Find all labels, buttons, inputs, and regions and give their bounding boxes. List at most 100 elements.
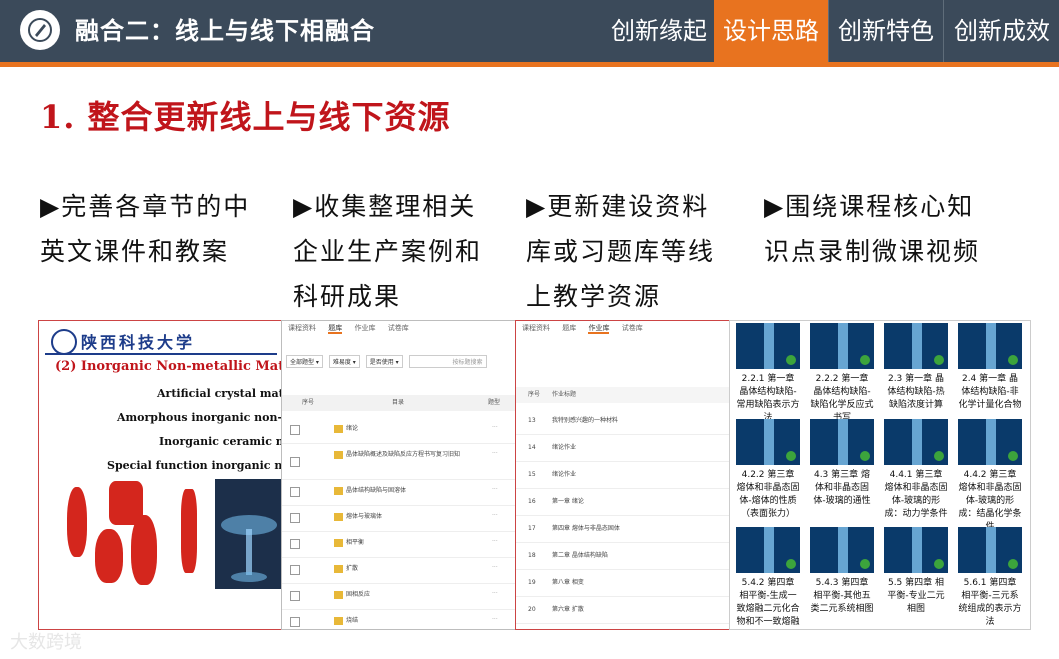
video-item[interactable]: 4.4.2 第三章 熔体和非晶态固体-玻璃的形成：结晶化学条件 bbox=[958, 419, 1026, 534]
question-bank-screen: 课程资料 题库 作业库 试卷库 全部题型 ▾ 难易度 ▾ 是否使用 ▾ 按标题搜… bbox=[281, 320, 517, 630]
tab-materials[interactable]: 课程资料 bbox=[522, 324, 550, 332]
tab-materials[interactable]: 课程资料 bbox=[288, 324, 316, 332]
table-row[interactable]: 扩散 ··· bbox=[282, 557, 516, 584]
video-grid: 2.2.1 第一章 晶体结构缺陷-常用缺陷表示方法 2.2.2 第一章 晶体结构… bbox=[729, 320, 1031, 630]
video-item[interactable]: 2.4 第一章 晶体结构缺陷-非化学计量化合物 bbox=[958, 323, 1026, 412]
video-thumbnail bbox=[884, 419, 948, 465]
courseware-slide: 陕西科技大学 (2) Inorganic Non-metallic Materi… bbox=[38, 320, 284, 630]
video-item[interactable]: 5.4.3 第四章 相平衡-其他五类二元系统相图 bbox=[810, 527, 878, 616]
video-item[interactable]: 5.6.1 第四章 相平衡-三元系统组成的表示方法 bbox=[958, 527, 1026, 629]
tab-homework[interactable]: 作业库 bbox=[588, 324, 610, 334]
folder-icon bbox=[334, 591, 343, 599]
folder-icon bbox=[334, 487, 343, 495]
folder-icon bbox=[334, 451, 343, 459]
folder-icon bbox=[334, 539, 343, 547]
video-thumbnail bbox=[736, 527, 800, 573]
play-icon bbox=[786, 355, 796, 365]
folder-icon bbox=[334, 565, 343, 573]
table-row[interactable]: 17 第四章 熔体与非晶态固体 bbox=[516, 515, 730, 543]
play-icon bbox=[786, 559, 796, 569]
bullet-courseware: ▶完善各章节的中 英文课件和教案 bbox=[40, 192, 251, 266]
play-icon bbox=[1008, 355, 1018, 365]
slide-heading: (2) Inorganic Non-metallic Materia bbox=[55, 359, 284, 374]
slide-item: Special function inorganic non-met bbox=[107, 459, 283, 472]
table-row[interactable]: 绪论 ··· bbox=[282, 417, 516, 444]
table-row[interactable]: 晶体缺陷概述及缺陷反应方程书写复习旧知 ··· bbox=[282, 443, 516, 480]
tab-question-bank[interactable]: 题库 bbox=[562, 324, 576, 332]
table-header: 序号 作业标题 bbox=[516, 387, 730, 403]
nav-tabs: 创新缘起 设计思路 创新特色 创新成效 bbox=[604, 0, 1059, 62]
header-bar: 融合二：线上与线下相融合 创新缘起 设计思路 创新特色 创新成效 bbox=[0, 0, 1059, 62]
table-row[interactable]: 15 绪论作业 bbox=[516, 461, 730, 489]
video-thumbnail bbox=[958, 527, 1022, 573]
play-icon bbox=[934, 559, 944, 569]
play-icon bbox=[934, 451, 944, 461]
table-row[interactable]: 19 第八章 相变 bbox=[516, 569, 730, 597]
folder-icon bbox=[334, 617, 343, 625]
play-icon bbox=[860, 451, 870, 461]
tab-results[interactable]: 创新成效 bbox=[943, 0, 1059, 62]
bullet-microlectures: ▶围绕课程核心知 识点录制微课视频 bbox=[764, 192, 981, 266]
video-thumbnail bbox=[884, 323, 948, 369]
table-row[interactable]: 13 我特别感兴趣的一种材料 bbox=[516, 407, 730, 435]
table-row[interactable]: 14 绪论作业 bbox=[516, 434, 730, 462]
folder-icon bbox=[334, 513, 343, 521]
video-item[interactable]: 5.5 第四章 相平衡-专业二元相图 bbox=[884, 527, 952, 616]
usage-filter[interactable]: 是否使用 ▾ bbox=[365, 355, 403, 368]
tab-exams[interactable]: 试卷库 bbox=[622, 324, 643, 332]
page-title: 融合二：线上与线下相融合 bbox=[75, 17, 375, 45]
resource-tabs: 课程资料 题库 作业库 试卷库 bbox=[288, 323, 419, 334]
tab-exams[interactable]: 试卷库 bbox=[388, 324, 409, 332]
table-row[interactable]: 烧结 ··· bbox=[282, 609, 516, 629]
header-accent-line bbox=[0, 62, 1059, 67]
search-input[interactable]: 按标题搜索 bbox=[408, 355, 487, 368]
university-name: 陕西科技大学 bbox=[81, 333, 196, 352]
play-icon bbox=[1008, 451, 1018, 461]
tab-homework[interactable]: 作业库 bbox=[354, 324, 375, 332]
video-item[interactable]: 2.3 第一章 晶体结构缺陷-热缺陷浓度计算 bbox=[884, 323, 952, 412]
table-row[interactable]: 熔体与玻璃体 ··· bbox=[282, 505, 516, 532]
video-thumbnail bbox=[736, 323, 800, 369]
watermark: 大数跨境 bbox=[10, 632, 82, 653]
tab-features[interactable]: 创新特色 bbox=[828, 0, 943, 62]
table-row[interactable]: 相平衡 ··· bbox=[282, 531, 516, 558]
resource-tabs: 课程资料 题库 作业库 试卷库 bbox=[522, 323, 653, 334]
slide-item: Amorphous inorganic non-metal bbox=[117, 411, 283, 424]
video-item[interactable]: 5.4.2 第四章 相平衡-生成一致熔融二元化合物和不一致熔融二元... bbox=[736, 527, 804, 629]
slide-item: Artificial crystal materia bbox=[157, 387, 284, 400]
type-filter[interactable]: 全部题型 ▾ bbox=[286, 355, 323, 368]
tab-question-bank[interactable]: 题库 bbox=[328, 324, 343, 334]
divider bbox=[45, 353, 277, 355]
play-icon bbox=[1008, 559, 1018, 569]
glass-image bbox=[215, 479, 283, 589]
pen-logo-icon bbox=[20, 10, 60, 50]
video-item[interactable]: 4.2.2 第三章 熔体和非晶态固体-熔体的性质（表面张力） bbox=[736, 419, 804, 521]
video-item[interactable]: 2.2.1 第一章 晶体结构缺陷-常用缺陷表示方法 bbox=[736, 323, 804, 425]
university-emblem-icon bbox=[51, 329, 77, 355]
tab-origin[interactable]: 创新缘起 bbox=[604, 0, 714, 62]
folder-icon bbox=[334, 425, 343, 433]
video-thumbnail bbox=[810, 323, 874, 369]
video-thumbnail bbox=[958, 323, 1022, 369]
video-thumbnail bbox=[810, 419, 874, 465]
table-row[interactable]: 16 第一章 绪论 bbox=[516, 488, 730, 516]
video-item[interactable]: 4.4.1 第三章 熔体和非晶态固体-玻璃的形成：动力学条件 bbox=[884, 419, 952, 521]
video-thumbnail bbox=[884, 527, 948, 573]
table-row[interactable]: 20 第六章 扩散 bbox=[516, 596, 730, 624]
video-item[interactable]: 4.3 第三章 熔体和非晶态固体-玻璃的通性 bbox=[810, 419, 878, 508]
slide-item: Inorganic ceramic mater bbox=[159, 435, 283, 448]
table-row[interactable]: 18 第二章 晶体结构缺陷 bbox=[516, 542, 730, 570]
play-icon bbox=[786, 451, 796, 461]
filter-row: 全部题型 ▾ 难易度 ▾ 是否使用 ▾ 按标题搜索 bbox=[286, 355, 491, 368]
video-thumbnail bbox=[810, 527, 874, 573]
section-title: 1. 整合更新线上与线下资源 bbox=[40, 98, 451, 136]
video-item[interactable]: 2.2.2 第一章 晶体结构缺陷-缺陷化学反应式书写 bbox=[810, 323, 878, 425]
tab-design[interactable]: 设计思路 bbox=[714, 0, 828, 62]
table-row[interactable]: 固相反应 ··· bbox=[282, 583, 516, 610]
bullet-resources: ▶更新建设资料 库或习题库等线 上教学资源 bbox=[526, 192, 716, 311]
table-row[interactable]: 晶体结构缺陷与固溶体 ··· bbox=[282, 479, 516, 506]
video-thumbnail bbox=[736, 419, 800, 465]
play-icon bbox=[860, 559, 870, 569]
play-icon bbox=[934, 355, 944, 365]
difficulty-filter[interactable]: 难易度 ▾ bbox=[328, 355, 360, 368]
